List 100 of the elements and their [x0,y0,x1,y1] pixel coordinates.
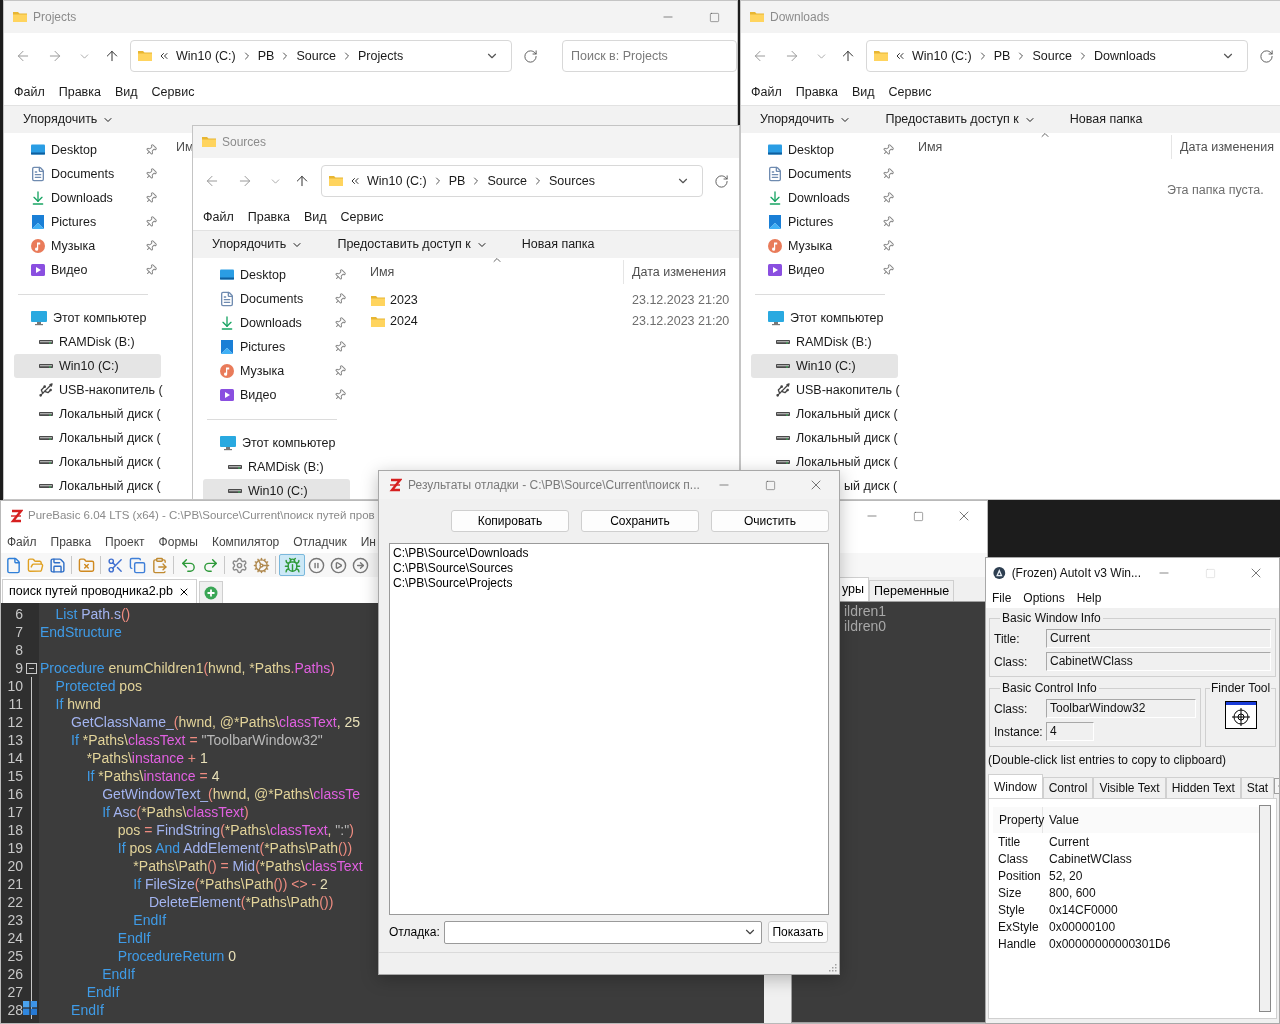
list-item[interactable]: ildren1 [844,604,986,619]
table-row[interactable]: Position 52, 20 [993,867,1259,884]
sidebar-item[interactable]: Desktop [203,263,350,287]
sidebar-item[interactable]: Documents [14,162,161,186]
sidebar-item[interactable]: Documents [203,287,350,311]
breadcrumb[interactable]: PB [448,171,466,191]
menu-item[interactable]: Формы [152,533,204,551]
breadcrumb[interactable]: Projects [358,46,404,66]
panel-tab[interactable]: Переменные [869,580,955,601]
sidebar-item[interactable]: Win10 (C:) [751,354,898,378]
toolbar-button[interactable]: Упорядочить [195,231,321,258]
breadcrumb[interactable]: Source [296,46,337,66]
sidebar-item[interactable]: Локальный диск ( [14,450,161,474]
menu-item[interactable]: Options [1017,589,1071,607]
sidebar-item[interactable]: RAMDisk (B:) [14,330,161,354]
sidebar-item[interactable]: Видео [203,383,350,407]
menu-item[interactable]: Вид [844,82,882,102]
column-header[interactable]: Имя [353,260,623,284]
sidebar-item[interactable]: RAMDisk (B:) [751,330,898,354]
sidebar-item[interactable]: Локальный диск ( [14,426,161,450]
column-header[interactable]: Value [1043,807,1079,833]
sidebar-item[interactable]: Видео [751,258,898,282]
sidebar-item[interactable]: Музыка [751,234,898,258]
sidebar-item[interactable]: Win10 (C:) [14,354,161,378]
table-row[interactable]: ExStyle 0x00000100 [993,918,1259,935]
debugger-toggle-button[interactable] [279,554,305,576]
new-tab-button[interactable] [198,581,223,603]
sidebar-item[interactable]: Локальный диск ( [14,474,161,498]
action-button[interactable]: Сохранить [581,510,699,532]
sidebar-item[interactable]: Этот компьютер [14,306,161,330]
sidebar-item[interactable]: Downloads [751,186,898,210]
menu-item[interactable]: Файл [196,207,241,227]
output-line[interactable]: C:\PB\Source\Downloads [393,546,828,561]
tab[interactable]: Window [988,774,1043,798]
sidebar-item[interactable]: USB-накопитель ( [14,378,161,402]
table-row[interactable]: Size 800, 600 [993,884,1259,901]
toolbar-button[interactable]: Предоставить доступ к [868,106,1053,133]
menu-item[interactable]: Вид [296,207,334,227]
search-field[interactable]: Поиск в: Projects [562,40,737,72]
breadcrumb[interactable]: Win10 (C:) [367,171,427,191]
sidebar-item[interactable]: Downloads [14,186,161,210]
menu-item[interactable]: File [986,589,1018,607]
menu-item[interactable]: Сервис [144,82,202,102]
sidebar-item[interactable]: RAMDisk (B:) [203,455,350,479]
sidebar-item[interactable]: Этот компьютер [203,431,350,455]
breadcrumb[interactable]: Source [487,171,528,191]
breadcrumb[interactable]: PB [993,46,1011,66]
sidebar-item[interactable]: Музыка [14,234,161,258]
list-item[interactable]: ildren0 [844,619,986,634]
menu-item[interactable]: Правка [44,533,98,551]
address-bar[interactable]: Win10 (C:) PB Source Sources [321,165,703,197]
sidebar-item[interactable]: Локальный диск ( [14,402,161,426]
toolbar-button[interactable]: Предоставить доступ к [320,231,505,258]
breadcrumb[interactable]: Downloads [1094,46,1156,66]
menu-item[interactable]: Отладчик [287,533,353,551]
sidebar-item[interactable]: Pictures [751,210,898,234]
breadcrumb[interactable]: Sources [549,171,595,191]
sidebar-item[interactable]: Downloads [203,311,350,335]
output-line[interactable]: C:\PB\Source\Projects [393,576,828,591]
sidebar-item[interactable]: Локальный диск ( [751,450,898,474]
menu-item[interactable]: Проект [99,533,151,551]
menu-item[interactable]: Сервис [881,82,939,102]
breadcrumb[interactable]: Win10 (C:) [912,46,972,66]
table-row[interactable]: Title Current [993,833,1259,850]
sidebar-item[interactable]: Локальный диск ( [751,426,898,450]
breadcrumb[interactable]: PB [257,46,275,66]
sidebar-item[interactable]: Локальный диск ( [751,402,898,426]
sidebar-item[interactable]: Desktop [14,138,161,162]
breadcrumb[interactable]: Source [1032,46,1073,66]
sidebar-item[interactable]: Этот компьютер [751,306,898,330]
sidebar-item[interactable]: Видео [14,258,161,282]
menu-item[interactable]: Правка [240,207,297,227]
menu-item[interactable]: Компилятор [205,533,286,551]
menu-item[interactable]: Help [1070,589,1108,607]
file-row[interactable]: 2023 23.12.2023 21:20 [353,290,739,311]
filter-dropdown[interactable] [444,920,762,944]
column-header[interactable]: Property [993,807,1043,833]
table-row[interactable]: Handle 0x00000000000301D6 [993,935,1259,952]
address-bar[interactable]: Win10 (C:) PB Source Projects [130,40,512,72]
file-row[interactable]: 2024 23.12.2023 21:20 [353,311,739,332]
column-header[interactable]: Дата изменения [1171,135,1280,159]
tab[interactable]: Control [1042,777,1094,798]
tab[interactable]: Stat [1240,777,1275,798]
sidebar-item[interactable]: Documents [751,162,898,186]
menu-item[interactable]: Сервис [333,207,391,227]
menu-item[interactable]: Файл [7,82,52,102]
breadcrumb[interactable]: Win10 (C:) [176,46,236,66]
table-row[interactable]: Style 0x14CF0000 [993,901,1259,918]
menu-item[interactable]: Правка [788,82,845,102]
column-header[interactable]: Дата изменения [623,260,734,284]
toolbar-button[interactable]: Новая папка [504,231,612,258]
toolbar-button[interactable]: Упорядочить [743,106,869,133]
address-bar[interactable]: Win10 (C:) PB Source Downloads [866,40,1248,72]
tab[interactable]: Hidden Text [1165,777,1241,798]
menu-item[interactable]: Правка [51,82,108,102]
file-tab[interactable]: поиск путей проводника2.pb [2,579,197,603]
tab[interactable]: Visible Text [1093,777,1166,798]
toolbar-button[interactable]: Упорядочить [6,106,132,133]
column-header[interactable]: Имя [901,135,1171,159]
show-button[interactable]: Показать [768,921,828,943]
